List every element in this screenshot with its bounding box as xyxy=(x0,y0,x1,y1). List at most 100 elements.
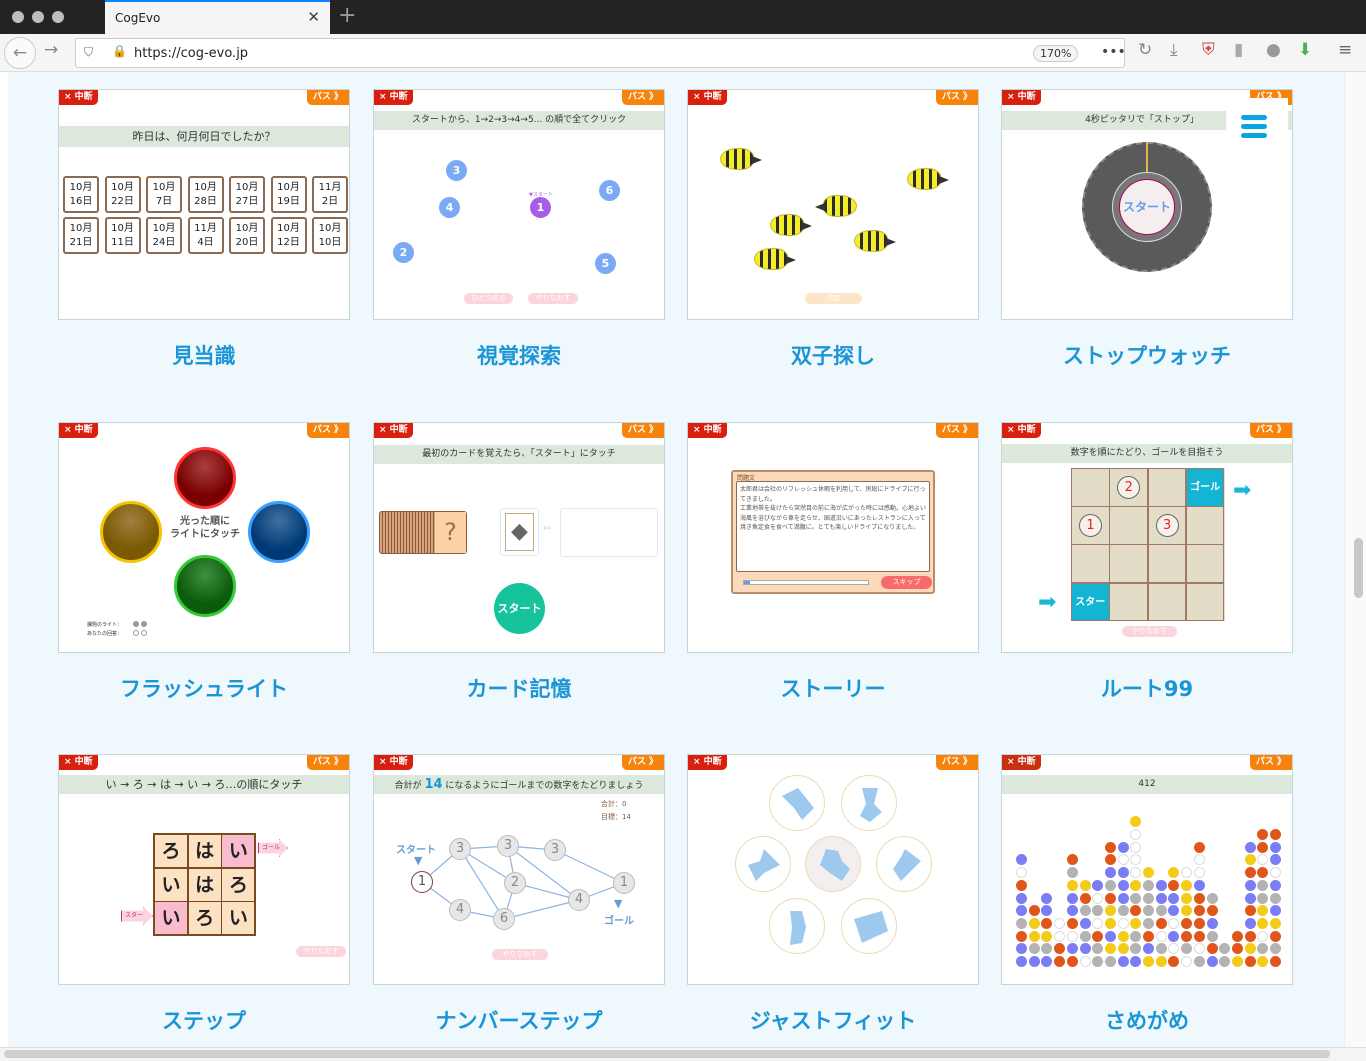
tile[interactable] xyxy=(1016,943,1027,955)
route-cell[interactable] xyxy=(1147,582,1187,622)
tile[interactable] xyxy=(1257,956,1269,967)
date-option[interactable]: 10月 10日 xyxy=(312,217,348,254)
tile[interactable] xyxy=(1155,879,1167,891)
zoom-level[interactable]: 170% xyxy=(1033,45,1079,62)
tile[interactable] xyxy=(1130,841,1142,853)
tile[interactable] xyxy=(1206,905,1218,917)
menu-icon[interactable]: ≡ xyxy=(1338,40,1352,60)
tile[interactable] xyxy=(1079,892,1091,904)
tile[interactable] xyxy=(1219,956,1231,967)
light-yellow[interactable] xyxy=(100,501,162,563)
piece-slot[interactable] xyxy=(841,898,897,954)
tab-cogevo[interactable]: CogEvo ✕ xyxy=(105,0,330,34)
quit-button[interactable]: × 中断 xyxy=(688,90,727,105)
tile[interactable] xyxy=(1270,943,1281,955)
tile[interactable] xyxy=(1130,816,1142,828)
tile[interactable] xyxy=(1016,917,1027,929)
tile[interactable] xyxy=(1016,956,1027,967)
tile[interactable] xyxy=(1092,930,1104,942)
tile[interactable] xyxy=(1066,943,1078,955)
date-option[interactable]: 11月 4日 xyxy=(187,217,224,254)
date-option[interactable]: 10月 22日 xyxy=(104,176,141,213)
tile[interactable] xyxy=(1257,943,1269,955)
tile[interactable] xyxy=(1104,867,1116,879)
tile[interactable] xyxy=(1206,943,1218,955)
route-cell[interactable] xyxy=(1147,468,1187,507)
tile[interactable] xyxy=(1244,917,1256,929)
route-cell[interactable] xyxy=(1109,506,1148,545)
tile[interactable] xyxy=(1270,854,1281,866)
game-card-step[interactable]: × 中断 パス 》 い → ろ → は → い → ろ…の順にタッチ ろはいいは… xyxy=(58,754,350,985)
pass-button[interactable]: パス 》 xyxy=(621,90,664,105)
new-tab-button[interactable]: + xyxy=(338,3,356,28)
tile[interactable] xyxy=(1244,867,1256,879)
game-title-samegame[interactable]: さめがめ xyxy=(1001,1005,1293,1035)
tile[interactable] xyxy=(1193,892,1205,904)
tile[interactable] xyxy=(1117,892,1129,904)
fish[interactable] xyxy=(754,248,796,270)
step-cell[interactable]: ろ xyxy=(187,901,222,936)
forward-button[interactable]: → xyxy=(44,40,58,60)
route-cell[interactable]: ゴール xyxy=(1185,468,1225,507)
tile[interactable] xyxy=(1066,930,1078,942)
undo-button[interactable]: ひとつ戻る xyxy=(464,293,513,304)
back-button[interactable]: ← xyxy=(4,37,36,69)
fish[interactable] xyxy=(720,148,762,170)
tile[interactable] xyxy=(1130,930,1142,942)
tile[interactable] xyxy=(1270,917,1281,929)
tile[interactable] xyxy=(1244,956,1256,967)
tile[interactable] xyxy=(1130,867,1142,879)
route-cell[interactable]: 1 xyxy=(1071,506,1110,545)
number-node[interactable]: 4 xyxy=(568,889,590,911)
reload-icon[interactable]: ↻ xyxy=(1138,40,1152,60)
extension-icon[interactable]: ▮ xyxy=(1234,40,1243,60)
game-card-samegame[interactable]: × 中断 パス 》 412 xyxy=(1001,754,1293,985)
tile[interactable] xyxy=(1016,930,1027,942)
tile[interactable] xyxy=(1092,943,1104,955)
game-title-visual-search[interactable]: 視覚探索 xyxy=(373,340,665,370)
tile[interactable] xyxy=(1117,943,1129,955)
tile[interactable] xyxy=(1092,917,1104,929)
game-title-story[interactable]: ストーリー xyxy=(687,673,979,703)
number-node[interactable]: 3 xyxy=(544,839,566,861)
game-card-story[interactable]: × 中断 パス 》 問題文 太郎君は会社のリフレッシュ休暇を利用して、房総にドラ… xyxy=(687,422,979,653)
redo-button[interactable]: やりなおす xyxy=(1122,626,1177,637)
tile[interactable] xyxy=(1270,930,1281,942)
tile[interactable] xyxy=(1155,956,1167,967)
tile[interactable] xyxy=(1244,930,1256,942)
tile[interactable] xyxy=(1028,930,1040,942)
tile[interactable] xyxy=(1168,867,1180,879)
hamburger-icon[interactable] xyxy=(1241,124,1267,129)
tile[interactable] xyxy=(1206,956,1218,967)
tile[interactable] xyxy=(1168,956,1180,967)
step-cell[interactable]: い xyxy=(154,901,188,936)
tile[interactable] xyxy=(1181,867,1193,879)
quit-button[interactable]: × 中断 xyxy=(1002,423,1041,438)
tile[interactable] xyxy=(1193,854,1205,866)
tile[interactable] xyxy=(1143,867,1154,879)
skip-button[interactable]: スキップ xyxy=(881,576,932,589)
light-green[interactable] xyxy=(174,555,236,617)
tile[interactable] xyxy=(1270,841,1281,853)
tile[interactable] xyxy=(1104,905,1116,917)
pass-button[interactable]: パス 》 xyxy=(306,755,349,770)
game-title-just-fit[interactable]: ジャストフィット xyxy=(687,1005,979,1035)
tile[interactable] xyxy=(1257,867,1269,879)
blocked-cell[interactable] xyxy=(1185,506,1225,545)
tile[interactable] xyxy=(1193,943,1205,955)
tile[interactable] xyxy=(1054,930,1066,942)
tile[interactable] xyxy=(1079,943,1091,955)
tile[interactable] xyxy=(1206,917,1218,929)
pass-button[interactable]: パス 》 xyxy=(1249,423,1292,438)
tile[interactable] xyxy=(1079,905,1091,917)
tile[interactable] xyxy=(1168,917,1180,929)
tile[interactable] xyxy=(1130,917,1142,929)
tile[interactable] xyxy=(1193,905,1205,917)
tile[interactable] xyxy=(1028,956,1040,967)
pass-button[interactable]: パス 》 xyxy=(935,755,978,770)
puzzle-piece[interactable] xyxy=(782,788,814,820)
tile[interactable] xyxy=(1244,905,1256,917)
page-actions-icon[interactable]: ••• xyxy=(1101,44,1126,60)
ublock-icon[interactable]: ⛨ xyxy=(1202,40,1215,60)
step-cell[interactable]: い xyxy=(221,901,256,936)
